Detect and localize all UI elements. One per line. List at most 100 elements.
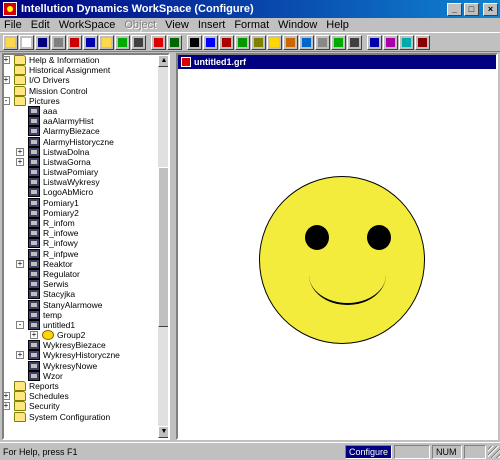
tree-item[interactable]: R_infowy — [4, 238, 158, 249]
left-eye-shape[interactable] — [305, 225, 329, 250]
toolbar-open-folder-button[interactable] — [3, 34, 18, 50]
picture-canvas[interactable] — [178, 69, 496, 438]
tree-item[interactable]: Pomiary2 — [4, 207, 158, 218]
right-eye-shape[interactable] — [367, 225, 391, 250]
toolbar-scripting-button[interactable] — [167, 34, 182, 50]
tree-item[interactable]: ListwaPomiary — [4, 167, 158, 178]
tree-item[interactable]: Mission Control — [4, 85, 158, 96]
menu-workspace[interactable]: WorkSpace — [59, 19, 116, 31]
tree-item[interactable]: temp — [4, 309, 158, 320]
tree-item-label: System Configuration — [29, 411, 111, 422]
menu-format[interactable]: Format — [234, 19, 269, 31]
scroll-thumb[interactable] — [158, 167, 168, 327]
toolbar-save-button[interactable] — [35, 34, 50, 50]
toolbar-chart-button[interactable] — [283, 34, 298, 50]
toolbar-new-button[interactable] — [19, 34, 34, 50]
tree-item[interactable]: + WykresyHistoryczne — [4, 350, 158, 361]
resize-grip[interactable] — [488, 445, 500, 458]
scroll-down-button[interactable]: ▼ — [158, 426, 168, 438]
toolbar-bitmap-button[interactable] — [299, 34, 314, 50]
tree-item[interactable]: R_infom — [4, 218, 158, 228]
tree-item[interactable]: StanyAlarmowe — [4, 299, 158, 310]
toolbar-variable-button[interactable] — [331, 34, 346, 50]
tree-item[interactable]: WykresyNowe — [4, 360, 158, 371]
tree-item[interactable]: Historical Assignment — [4, 65, 158, 76]
toolbar-select-button[interactable] — [187, 34, 202, 50]
tree-item[interactable]: + ListwaDolna — [4, 146, 158, 157]
menu-insert[interactable]: Insert — [198, 19, 226, 31]
tree-item[interactable]: + I/O Drivers — [4, 75, 158, 86]
minimize-button[interactable]: _ — [447, 2, 462, 16]
collapse-icon[interactable]: - — [4, 96, 10, 105]
collapse-icon[interactable]: - — [16, 320, 24, 329]
toolbar-copy-button[interactable] — [83, 34, 98, 50]
expand-icon[interactable]: + — [30, 331, 38, 340]
expand-icon[interactable]: + — [16, 259, 24, 268]
toolbar-cut-button[interactable] — [67, 34, 82, 50]
maximize-button[interactable]: □ — [464, 2, 479, 16]
menu-edit[interactable]: Edit — [31, 19, 50, 31]
expand-icon[interactable]: + — [16, 157, 24, 166]
toolbar-draw-tool-button[interactable] — [151, 34, 166, 50]
toolbar-group-button[interactable] — [383, 34, 398, 50]
tree-item[interactable]: Serwis — [4, 279, 158, 290]
expand-icon[interactable]: + — [16, 351, 24, 360]
toolbar-paste-button[interactable] — [99, 34, 114, 50]
menu-help[interactable]: Help — [326, 19, 349, 31]
tree-item[interactable]: aaa — [4, 105, 158, 116]
toolbar-timer-button[interactable] — [347, 34, 362, 50]
expand-icon[interactable]: + — [4, 402, 10, 411]
toolbar-layer-button[interactable] — [415, 34, 430, 50]
toolbar-text-button[interactable] — [219, 34, 234, 50]
tree-item[interactable]: - Pictures — [4, 95, 158, 106]
tree-item[interactable]: R_infpwe — [4, 248, 158, 259]
tree-item[interactable]: AlarmyHistoryczne — [4, 136, 158, 147]
menu-window[interactable]: Window — [278, 19, 317, 31]
scroll-up-button[interactable]: ▲ — [158, 55, 168, 67]
mouth-arc-shape[interactable] — [309, 275, 386, 305]
tree-item[interactable]: Regulator — [4, 268, 158, 279]
tree-item[interactable]: - untitled1 — [4, 319, 158, 330]
tree-item[interactable]: + Group2 — [4, 330, 158, 341]
tree-item[interactable]: + Reaktor — [4, 258, 158, 269]
close-button[interactable]: × — [483, 2, 498, 16]
tree-item[interactable]: Wzor — [4, 370, 158, 381]
toolbar-pushbutton-button[interactable] — [315, 34, 330, 50]
document-title-bar[interactable]: untitled1.grf — [178, 55, 496, 69]
tree-item[interactable]: LogoAbMicro — [4, 187, 158, 198]
tree-item[interactable]: + Help & Information — [4, 55, 158, 65]
toolbar-undo-button[interactable] — [115, 34, 130, 50]
tree-item[interactable]: aaAlarmyHist — [4, 116, 158, 127]
menu-view[interactable]: View — [165, 19, 189, 31]
tree-item[interactable]: System Configuration — [4, 411, 158, 422]
tree-item[interactable]: + Security — [4, 401, 158, 412]
tree-item[interactable]: Stacyjka — [4, 289, 158, 300]
tree-item[interactable]: R_infowe — [4, 228, 158, 239]
tree-item[interactable]: + ListwaGorna — [4, 156, 158, 167]
toolbar-datalink-button[interactable] — [235, 34, 250, 50]
tree-item[interactable]: Pomiary1 — [4, 197, 158, 208]
expand-icon[interactable]: + — [4, 392, 10, 401]
tree-item-label: StanyAlarmowe — [43, 299, 103, 310]
expand-icon[interactable]: + — [16, 147, 24, 156]
tree-scrollbar[interactable]: ▲ ▼ — [158, 55, 168, 438]
pane-splitter[interactable] — [170, 53, 175, 440]
menu-object[interactable]: Object — [124, 19, 156, 31]
toolbar-ungroup-button[interactable] — [399, 34, 414, 50]
toolbar-lock-button[interactable] — [251, 34, 266, 50]
tree-item[interactable]: Reports — [4, 381, 158, 391]
status-num: NUM — [432, 444, 462, 459]
expand-icon[interactable]: + — [4, 56, 10, 64]
tree-item[interactable]: AlarmyBiezace — [4, 126, 158, 137]
smiley-face-shape[interactable] — [259, 176, 425, 344]
toolbar-rectangle-button[interactable] — [203, 34, 218, 50]
toolbar-align-button[interactable] — [367, 34, 382, 50]
tree-item[interactable]: WykresyBiezace — [4, 340, 158, 351]
toolbar-alarm-button[interactable] — [267, 34, 282, 50]
expand-icon[interactable]: + — [4, 76, 10, 85]
toolbar-find-button[interactable] — [131, 34, 146, 50]
toolbar-print-button[interactable] — [51, 34, 66, 50]
tree-item[interactable]: ListwaWykresy — [4, 177, 158, 188]
tree-item[interactable]: + Schedules — [4, 391, 158, 402]
menu-file[interactable]: File — [4, 19, 22, 31]
